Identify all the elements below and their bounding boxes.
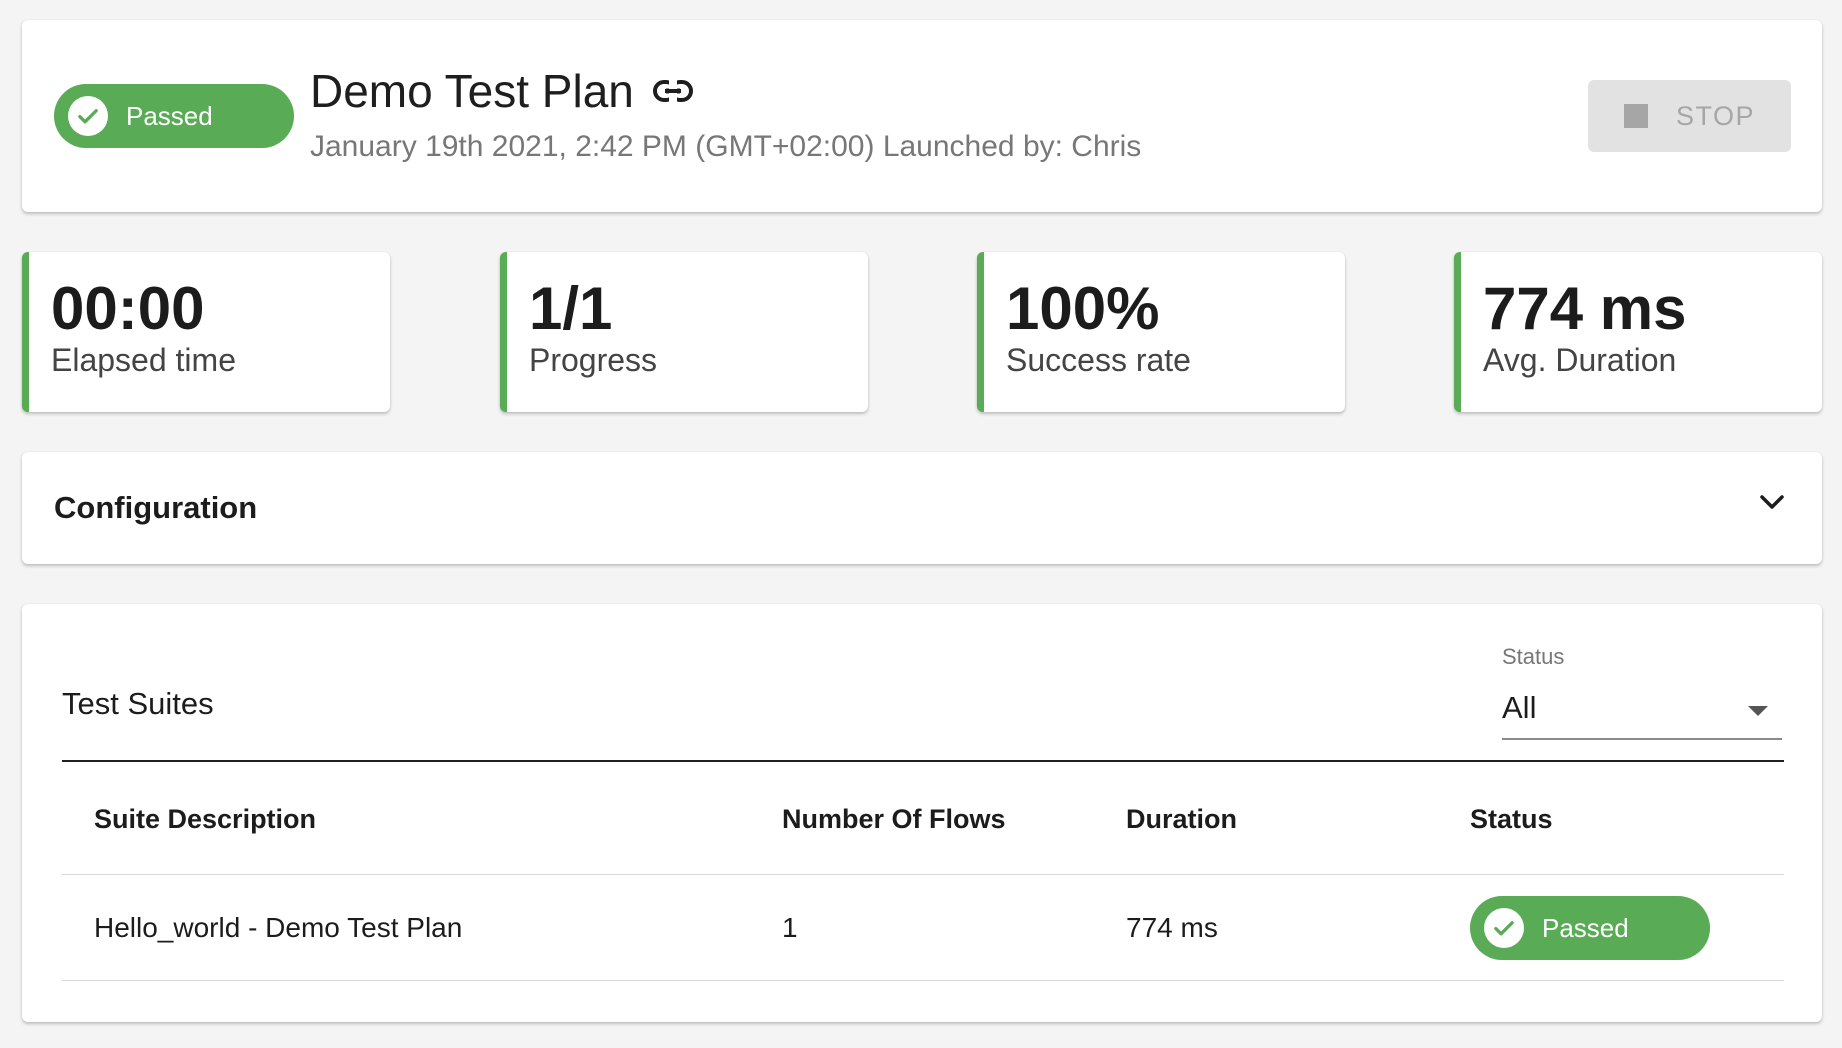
duration-cell: 774 ms <box>1126 912 1218 943</box>
stop-square-icon <box>1623 104 1648 128</box>
stat-value: 774 ms <box>1483 275 1687 342</box>
stat-label: Success rate <box>1006 342 1191 378</box>
check-circle-icon <box>1484 908 1524 948</box>
status-filter-underline <box>1502 738 1782 740</box>
launch-info: January 19th 2021, 2:42 PM (GMT+02:00) L… <box>310 130 1142 163</box>
configuration-accordion[interactable]: Configuration <box>22 452 1822 564</box>
chevron-down-icon[interactable] <box>1758 492 1786 517</box>
column-header-duration[interactable]: Duration <box>1126 804 1237 835</box>
stat-label: Avg. Duration <box>1483 342 1677 378</box>
test-plan-header: Passed Demo Test Plan January 19th 2021,… <box>22 20 1822 212</box>
test-suites-title: Test Suites <box>62 686 214 721</box>
stat-label: Elapsed time <box>51 342 236 378</box>
stop-button[interactable]: STOP <box>1588 80 1791 152</box>
status-badge-label: Passed <box>1542 912 1629 943</box>
column-header-number-of-flows[interactable]: Number Of Flows <box>782 804 1006 835</box>
stop-button-label: STOP <box>1675 100 1756 131</box>
stat-label: Progress <box>529 342 658 378</box>
status-badge: Passed <box>54 84 294 148</box>
configuration-title: Configuration <box>54 490 258 525</box>
table-header-divider <box>62 760 1784 762</box>
stat-value: 1/1 <box>529 275 613 342</box>
test-suites-panel: Test Suites Status All Suite Description… <box>22 604 1822 1022</box>
stat-card-elapsed-time: 00:00 Elapsed time <box>22 252 390 412</box>
row-divider <box>62 874 1784 875</box>
dropdown-arrow-icon <box>1748 706 1768 716</box>
status-badge: Passed <box>1470 896 1710 960</box>
status-filter-label: Status <box>1502 644 1565 669</box>
stat-value: 00:00 <box>51 275 205 342</box>
suite-description-cell: Hello_world - Demo Test Plan <box>94 912 463 943</box>
link-icon[interactable] <box>652 79 694 103</box>
status-filter-value: All <box>1502 690 1537 725</box>
stat-card-success-rate: 100% Success rate <box>977 252 1345 412</box>
number-of-flows-cell: 1 <box>782 912 798 943</box>
column-header-suite-description[interactable]: Suite Description <box>94 804 316 835</box>
page-title: Demo Test Plan <box>310 64 694 118</box>
status-filter-select[interactable]: Status All <box>1502 644 1782 726</box>
stat-value: 100% <box>1006 275 1160 342</box>
column-header-status[interactable]: Status <box>1470 804 1553 835</box>
check-circle-icon <box>68 96 108 136</box>
row-divider <box>62 980 1784 981</box>
stat-card-progress: 1/1 Progress <box>500 252 868 412</box>
page-title-text: Demo Test Plan <box>310 65 634 117</box>
status-badge-label: Passed <box>126 100 213 131</box>
stat-card-avg-duration: 774 ms Avg. Duration <box>1454 252 1822 412</box>
